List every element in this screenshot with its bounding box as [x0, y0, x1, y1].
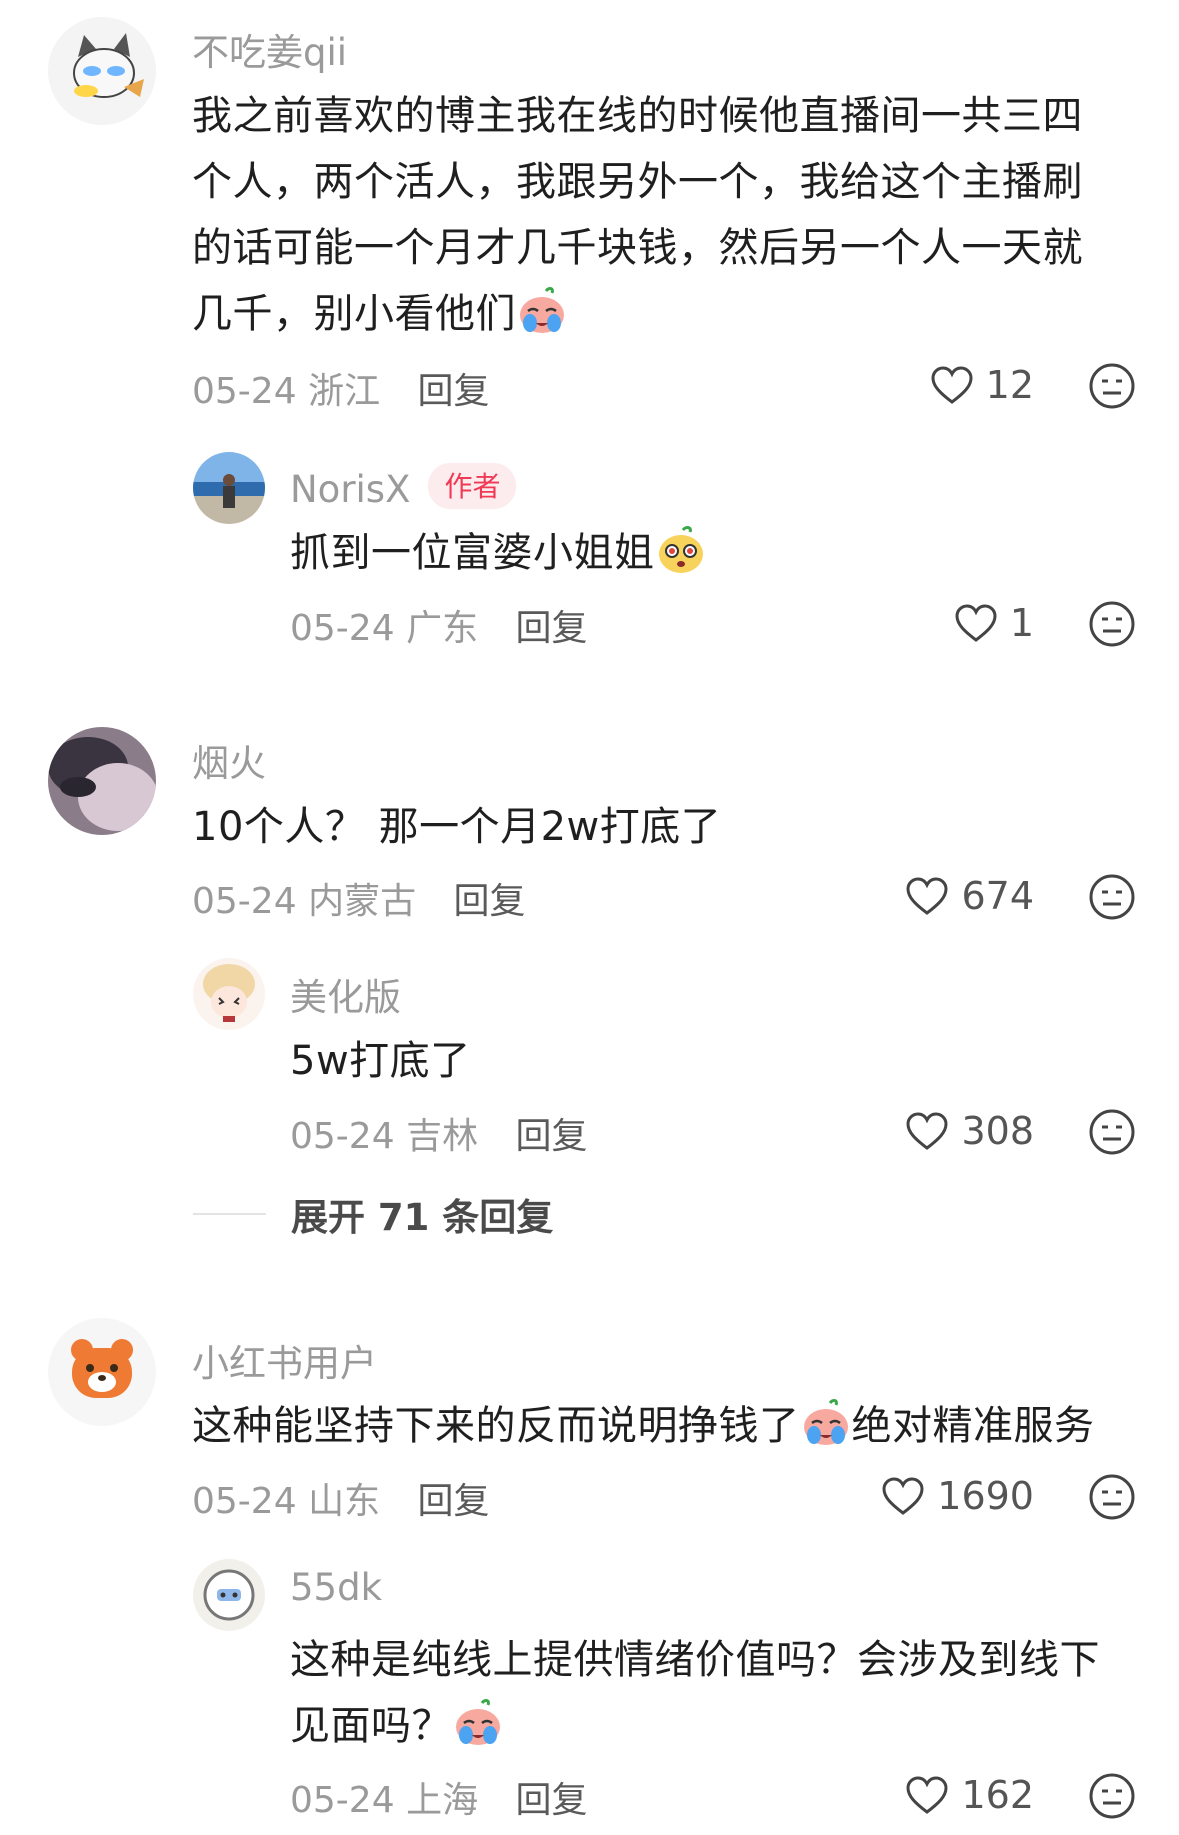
like-button[interactable]: 162	[905, 1773, 1034, 1817]
comment-username[interactable]: 小红书用户	[192, 1333, 377, 1387]
reply-text-content: 这种是纯线上提供情绪价值吗？会涉及到线下见面吗？	[290, 1637, 1100, 1749]
reply-meta: 05-24 广东 回复	[290, 599, 588, 651]
comment-location: 浙江	[308, 371, 381, 412]
avatar[interactable]	[193, 452, 265, 524]
dislike-face-icon[interactable]	[1087, 872, 1137, 922]
comment-location: 山东	[308, 1481, 381, 1522]
starry-eyes-emoji-icon	[655, 524, 707, 596]
reply-date: 05-24	[290, 608, 395, 649]
avatar[interactable]	[48, 727, 156, 835]
reply-location: 上海	[406, 1780, 479, 1821]
like-count: 674	[961, 874, 1034, 918]
expand-replies-button[interactable]: 展开 71 条回复	[193, 1187, 553, 1241]
reply-date: 05-24	[290, 1116, 395, 1157]
dislike-face-icon[interactable]	[1087, 1107, 1137, 1157]
like-button[interactable]: 308	[905, 1109, 1034, 1153]
comment-date: 05-24	[192, 371, 297, 412]
comment-meta: 05-24 内蒙古 回复	[192, 872, 526, 924]
reply-text: 抓到一位富婆小姐姐	[290, 520, 707, 596]
reply-button[interactable]: 回复	[418, 371, 490, 412]
reply-date: 05-24	[290, 1780, 395, 1821]
comment-meta: 05-24 浙江 回复	[192, 362, 490, 414]
dislike-face-icon[interactable]	[1087, 1771, 1137, 1821]
like-button[interactable]: 12	[930, 363, 1034, 407]
cat-avatar-icon	[48, 17, 156, 125]
reply-meta: 05-24 上海 回复	[290, 1771, 588, 1823]
photo-avatar-icon	[48, 727, 156, 835]
reply-username[interactable]: 55dk	[290, 1566, 382, 1609]
reply-username-text: NorisX	[290, 468, 411, 511]
like-count: 1690	[937, 1474, 1034, 1518]
comment-date: 05-24	[192, 881, 297, 922]
cartoon-avatar-icon	[193, 1559, 265, 1631]
dislike-face-icon[interactable]	[1087, 361, 1137, 411]
heart-icon	[955, 604, 997, 642]
like-count: 1	[1009, 601, 1034, 645]
comment-username[interactable]: 烟火	[192, 733, 266, 787]
reply-text: 这种是纯线上提供情绪价值吗？会涉及到线下见面吗？	[290, 1627, 1135, 1769]
heart-icon	[906, 1776, 948, 1814]
comment-date: 05-24	[192, 1481, 297, 1522]
heart-icon	[906, 877, 948, 915]
comment-username[interactable]: 不吃姜qii	[192, 22, 347, 76]
bear-avatar-icon	[48, 1318, 156, 1426]
person-avatar-icon	[193, 452, 265, 524]
heart-icon	[882, 1477, 924, 1515]
reply-username[interactable]: NorisX 作者	[290, 463, 517, 511]
like-button[interactable]: 674	[905, 874, 1034, 918]
reply-location: 广东	[406, 608, 479, 649]
dislike-face-icon[interactable]	[1087, 1472, 1137, 1522]
like-button[interactable]: 1	[954, 601, 1034, 645]
comment-meta: 05-24 山东 回复	[192, 1472, 490, 1524]
divider	[193, 1213, 266, 1215]
reply-button[interactable]: 回复	[418, 1481, 490, 1522]
crying-face-emoji-icon	[800, 1397, 852, 1469]
reply-button[interactable]: 回复	[516, 1116, 588, 1157]
crying-face-emoji-icon	[452, 1697, 504, 1769]
crying-face-emoji-icon	[516, 285, 568, 357]
comment-location: 内蒙古	[308, 881, 417, 922]
reply-location: 吉林	[406, 1116, 479, 1157]
reply-button[interactable]: 回复	[454, 881, 526, 922]
comment-text: 这种能坚持下来的反而说明挣钱了 绝对精准服务	[192, 1393, 1095, 1469]
reply-button[interactable]: 回复	[516, 1780, 588, 1821]
avatar[interactable]	[193, 1559, 265, 1631]
comment-text-content: 这种能坚持下来的反而说明挣钱了	[192, 1403, 800, 1449]
reply-meta: 05-24 吉林 回复	[290, 1107, 588, 1159]
comment-text-content: 绝对精准服务	[851, 1403, 1095, 1449]
reply-text: 5w打底了	[290, 1038, 471, 1084]
like-count: 162	[961, 1773, 1034, 1817]
comment-text: 我之前喜欢的博主我在线的时候他直播间一共三四个人，两个活人，我跟另外一个，我给这…	[192, 83, 1117, 357]
like-count: 308	[961, 1109, 1034, 1153]
author-badge: 作者	[428, 463, 517, 509]
anime-girl-avatar-icon	[193, 958, 265, 1030]
heart-icon	[906, 1112, 948, 1150]
comment-text: 10个人？ 那一个月2w打底了	[192, 804, 722, 850]
like-button[interactable]: 1690	[881, 1474, 1034, 1518]
expand-replies-label: 展开 71 条回复	[291, 1196, 554, 1239]
avatar[interactable]	[48, 1318, 156, 1426]
dislike-face-icon[interactable]	[1087, 599, 1137, 649]
avatar[interactable]	[48, 17, 156, 125]
comment-text-content: 我之前喜欢的博主我在线的时候他直播间一共三四个人，两个活人，我跟另外一个，我给这…	[192, 93, 1083, 337]
heart-icon	[931, 366, 973, 404]
avatar[interactable]	[193, 958, 265, 1030]
reply-text-content: 抓到一位富婆小姐姐	[290, 530, 655, 576]
like-count: 12	[985, 363, 1034, 407]
reply-button[interactable]: 回复	[516, 608, 588, 649]
reply-username[interactable]: 美化版	[290, 967, 401, 1021]
